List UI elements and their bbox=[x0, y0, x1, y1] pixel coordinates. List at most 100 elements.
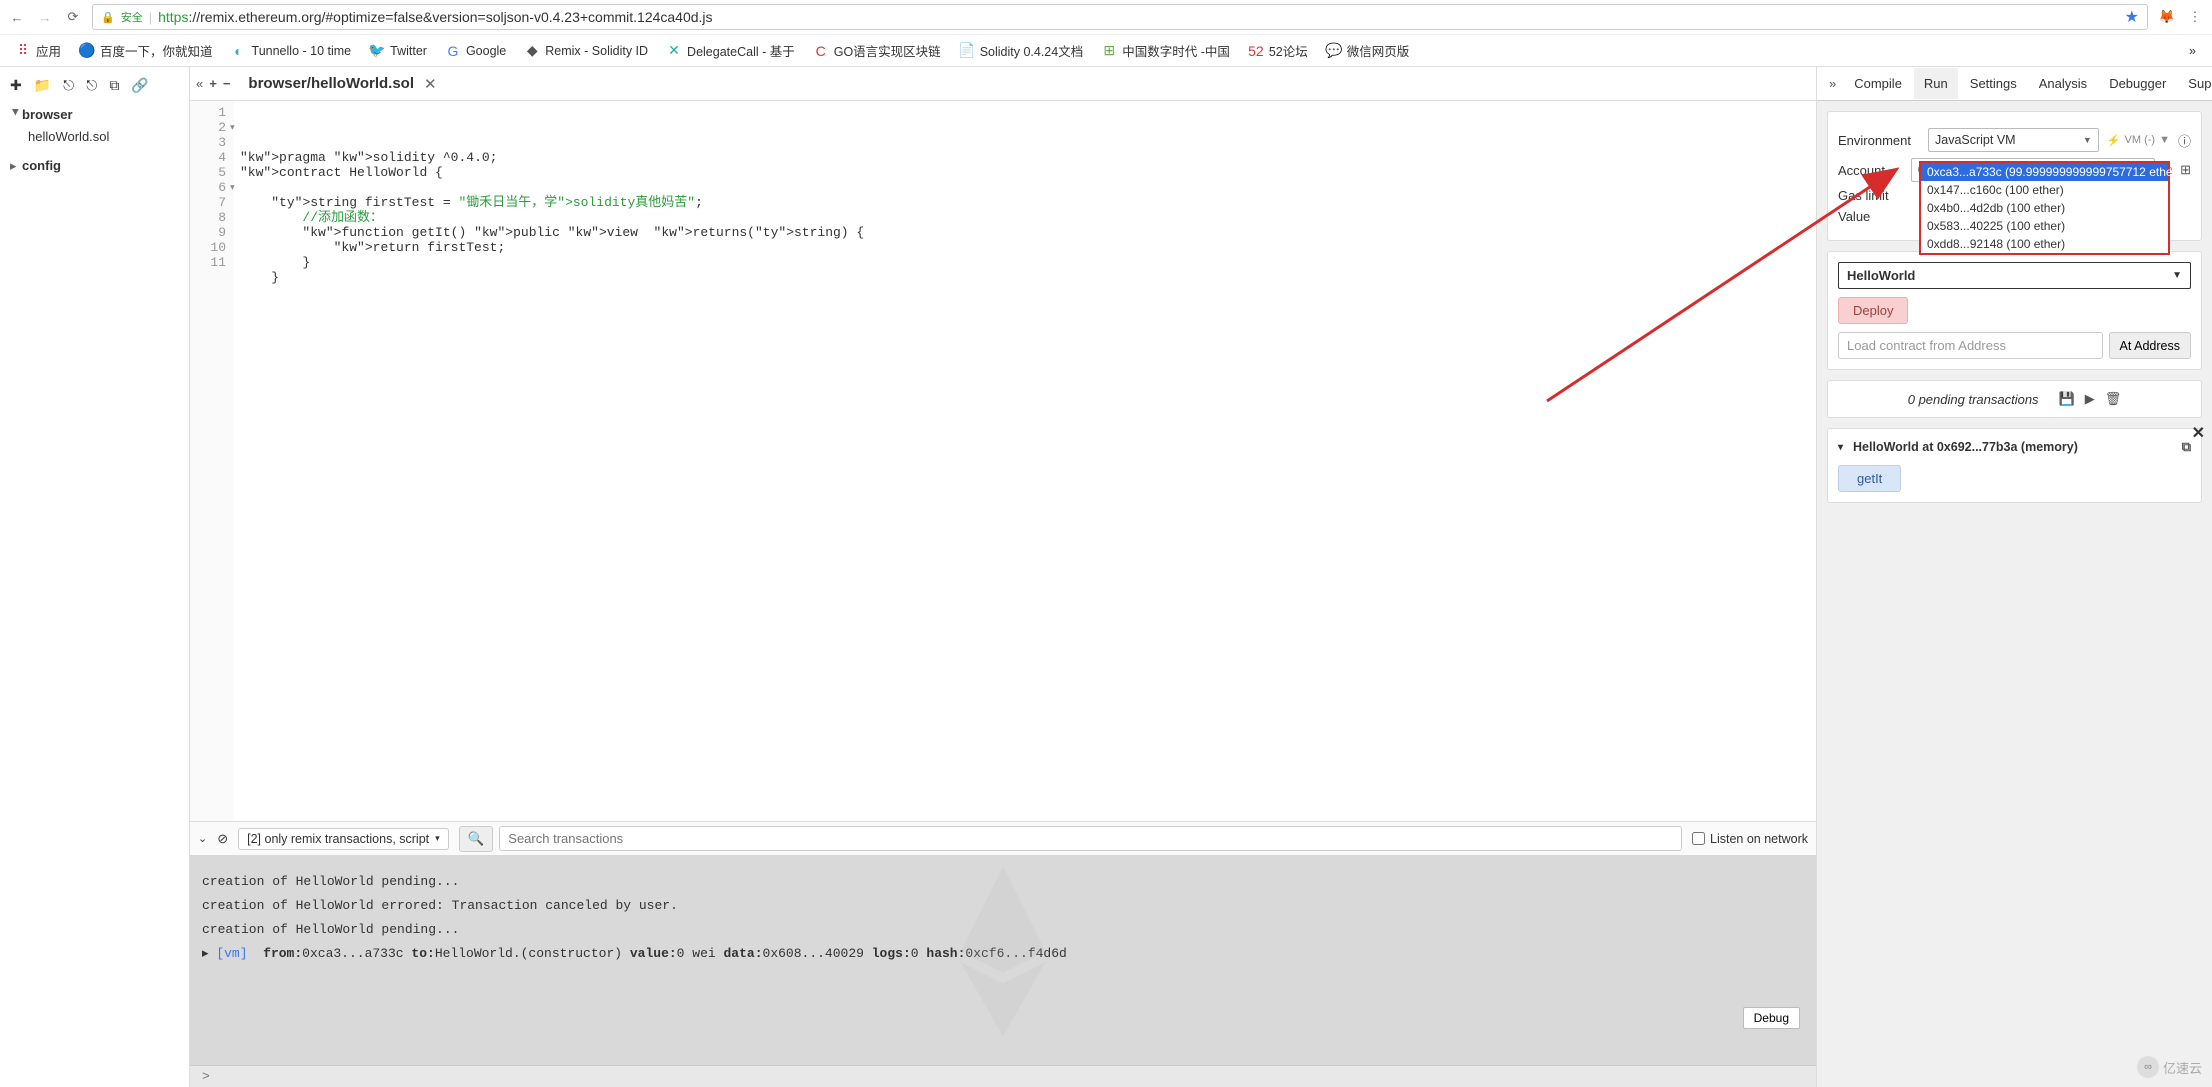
bookmark-star-icon[interactable]: ★ bbox=[2125, 7, 2139, 27]
gist-icon[interactable]: ⎋ bbox=[86, 77, 97, 94]
bookmark-item[interactable]: ◐Tunnello - 10 time bbox=[224, 40, 359, 62]
deploy-button[interactable]: Deploy bbox=[1838, 297, 1908, 324]
terminal-prompt[interactable]: > bbox=[190, 1065, 1816, 1087]
center-panel: « + − browser/helloWorld.sol ✕ 123456789… bbox=[190, 67, 1817, 1087]
bookmark-item[interactable]: ◆Remix - Solidity ID bbox=[517, 40, 655, 62]
open-folder-icon[interactable]: 📁 bbox=[34, 77, 51, 94]
file-panel-toolbar: ✚ 📁 ⎋ ⎋ ⧉ 🔗 bbox=[4, 73, 185, 104]
reload-button[interactable]: ⟳ bbox=[64, 8, 82, 26]
terminal-clear-icon[interactable]: ⊘ bbox=[217, 831, 228, 847]
file-tab-name: browser/helloWorld.sol bbox=[248, 75, 414, 92]
account-option[interactable]: 0xca3...a733c (99.999999999999757712 eth… bbox=[1921, 163, 2168, 181]
tab-support[interactable]: Support bbox=[2178, 68, 2212, 99]
account-label: Account bbox=[1838, 163, 1903, 178]
bookmark-item[interactable]: CGO语言实现区块链 bbox=[806, 38, 948, 63]
extension-icon[interactable]: 🦊 bbox=[2158, 8, 2176, 26]
pending-tx-text: 0 pending transactions bbox=[1908, 392, 2039, 407]
terminal-line: creation of HelloWorld pending... bbox=[202, 922, 1804, 937]
bookmark-item[interactable]: 🐦Twitter bbox=[362, 40, 434, 62]
tab-debugger[interactable]: Debugger bbox=[2099, 68, 2176, 99]
code-area[interactable]: "kw">pragma "kw">solidity ^0.4.0;"kw">co… bbox=[234, 101, 1816, 821]
expand-instance-icon[interactable]: ▾ bbox=[1838, 442, 1843, 453]
tab-scroll-left-icon[interactable]: « bbox=[196, 76, 203, 91]
tab-compile[interactable]: Compile bbox=[1844, 68, 1912, 99]
tree-config-folder[interactable]: config bbox=[4, 155, 185, 177]
menu-icon[interactable]: ⋮ bbox=[2186, 8, 2204, 26]
debug-button[interactable]: Debug bbox=[1743, 1007, 1800, 1029]
value-label: Value bbox=[1838, 209, 1920, 224]
right-panel-tabs: » CompileRunSettingsAnalysisDebuggerSupp… bbox=[1817, 67, 2212, 101]
bookmark-item[interactable]: ✕DelegateCall - 基于 bbox=[659, 38, 802, 63]
trash-icon[interactable]: 🗑 bbox=[2105, 391, 2122, 407]
close-tab-icon[interactable]: ✕ bbox=[424, 75, 437, 93]
terminal-filter-dropdown[interactable]: [2] only remix transactions, script ▾ bbox=[238, 828, 449, 850]
url-text: https://remix.ethereum.org/#optimize=fal… bbox=[158, 9, 2119, 25]
editor-tab-bar: « + − browser/helloWorld.sol ✕ bbox=[190, 67, 1816, 101]
back-button[interactable]: ← bbox=[8, 8, 26, 26]
bookmark-item[interactable]: 📄Solidity 0.4.24文档 bbox=[952, 38, 1091, 63]
bookmarks-bar: ⠿应用🔵百度一下，你就知道◐Tunnello - 10 time🐦Twitter… bbox=[0, 34, 2212, 66]
code-editor[interactable]: 1234567891011 "kw">pragma "kw">solidity … bbox=[190, 101, 1816, 821]
environment-select[interactable]: JavaScript VM▼ bbox=[1928, 128, 2099, 152]
copy-instance-icon[interactable]: ⧉ bbox=[2182, 439, 2191, 455]
account-option[interactable]: 0x147...c160c (100 ether) bbox=[1921, 181, 2168, 199]
bookmark-item[interactable]: 💬微信网页版 bbox=[1319, 38, 1417, 63]
account-option[interactable]: 0x583...40225 (100 ether) bbox=[1921, 217, 2168, 235]
account-dropdown-list[interactable]: 0xca3...a733c (99.999999999999757712 eth… bbox=[1919, 161, 2170, 255]
right-panel: » CompileRunSettingsAnalysisDebuggerSupp… bbox=[1817, 67, 2212, 1087]
tree-browser-folder[interactable]: browser bbox=[4, 104, 185, 126]
tab-analysis[interactable]: Analysis bbox=[2029, 68, 2097, 99]
environment-label: Environment bbox=[1838, 133, 1920, 148]
tab-run[interactable]: Run bbox=[1914, 68, 1958, 99]
contract-instance-card: ✕ ▾ HelloWorld at 0x692...77b3a (memory)… bbox=[1827, 428, 2202, 503]
watermark: ∞亿速云 bbox=[2137, 1056, 2202, 1078]
url-bar[interactable]: 🔒 安全 | https://remix.ethereum.org/#optim… bbox=[92, 4, 2148, 30]
add-account-icon[interactable]: ⊞ bbox=[2180, 162, 2191, 178]
terminal-line: creation of HelloWorld errored: Transact… bbox=[202, 898, 1804, 913]
new-file-icon[interactable]: ✚ bbox=[10, 77, 22, 94]
line-gutter: 1234567891011 bbox=[190, 101, 234, 821]
link-icon[interactable]: 🔗 bbox=[131, 77, 148, 94]
zoom-in-icon[interactable]: + bbox=[209, 76, 217, 91]
lock-icon: 🔒 bbox=[101, 11, 115, 24]
bookmark-item[interactable]: 🔵百度一下，你就知道 bbox=[72, 38, 220, 63]
browser-chrome: ← → ⟳ 🔒 安全 | https://remix.ethereum.org/… bbox=[0, 0, 2212, 67]
bookmark-item[interactable]: 5252论坛 bbox=[1241, 38, 1315, 63]
info-icon[interactable]: ⓘ bbox=[2178, 131, 2191, 150]
at-address-button[interactable]: At Address bbox=[2109, 332, 2191, 359]
terminal-line: creation of HelloWorld pending... bbox=[202, 874, 1804, 889]
file-tab[interactable]: browser/helloWorld.sol ✕ bbox=[238, 69, 446, 99]
tab-settings[interactable]: Settings bbox=[1960, 68, 2027, 99]
play-icon[interactable]: ▶ bbox=[2085, 391, 2095, 407]
bookmark-item[interactable]: ⠿应用 bbox=[8, 38, 68, 63]
account-option[interactable]: 0xdd8...92148 (100 ether) bbox=[1921, 235, 2168, 253]
copy-icon[interactable]: ⧉ bbox=[109, 77, 119, 94]
nav-bar: ← → ⟳ 🔒 安全 | https://remix.ethereum.org/… bbox=[0, 0, 2212, 34]
getit-button[interactable]: getIt bbox=[1838, 465, 1901, 492]
listen-network-checkbox[interactable]: Listen on network bbox=[1692, 832, 1808, 846]
close-instance-icon[interactable]: ✕ bbox=[2192, 423, 2205, 443]
terminal-output[interactable]: creation of HelloWorld pending... creatio… bbox=[190, 855, 1816, 1065]
search-input[interactable] bbox=[499, 826, 1682, 851]
contract-select[interactable]: HelloWorld ▼ bbox=[1838, 262, 2191, 289]
tree-file-helloworld[interactable]: helloWorld.sol bbox=[4, 126, 185, 147]
secure-label: 安全 bbox=[121, 9, 143, 25]
account-option[interactable]: 0x4b0...4d2db (100 ether) bbox=[1921, 199, 2168, 217]
bookmark-item[interactable]: ⊞中国数字时代 -中国 bbox=[1094, 38, 1237, 63]
github-icon[interactable]: ⎋ bbox=[63, 77, 74, 94]
bookmarks-overflow-icon[interactable]: » bbox=[2181, 44, 2204, 58]
zoom-out-icon[interactable]: − bbox=[223, 76, 231, 91]
gas-limit-label: Gas limit bbox=[1838, 188, 1920, 203]
forward-button[interactable]: → bbox=[36, 8, 54, 26]
search-button[interactable]: 🔍 bbox=[459, 826, 494, 852]
load-address-input[interactable]: Load contract from Address bbox=[1838, 332, 2103, 359]
pending-tx-card: 0 pending transactions 💾 ▶ 🗑 bbox=[1827, 380, 2202, 418]
terminal-toolbar: ⌄ ⊘ [2] only remix transactions, script … bbox=[190, 821, 1816, 855]
terminal-tx-line[interactable]: ▸ [vm] from:0xca3...a733c to:HelloWorld.… bbox=[202, 946, 1804, 961]
terminal-toggle-icon[interactable]: ⌄ bbox=[198, 832, 207, 845]
remix-app: ✚ 📁 ⎋ ⎋ ⧉ 🔗 browser helloWorld.sol confi… bbox=[0, 67, 2212, 1087]
bookmark-item[interactable]: GGoogle bbox=[438, 40, 513, 62]
save-icon[interactable]: 💾 bbox=[2059, 391, 2075, 407]
panel-collapse-icon[interactable]: » bbox=[1823, 76, 1842, 91]
deploy-card: HelloWorld ▼ Deploy Load contract from A… bbox=[1827, 251, 2202, 370]
